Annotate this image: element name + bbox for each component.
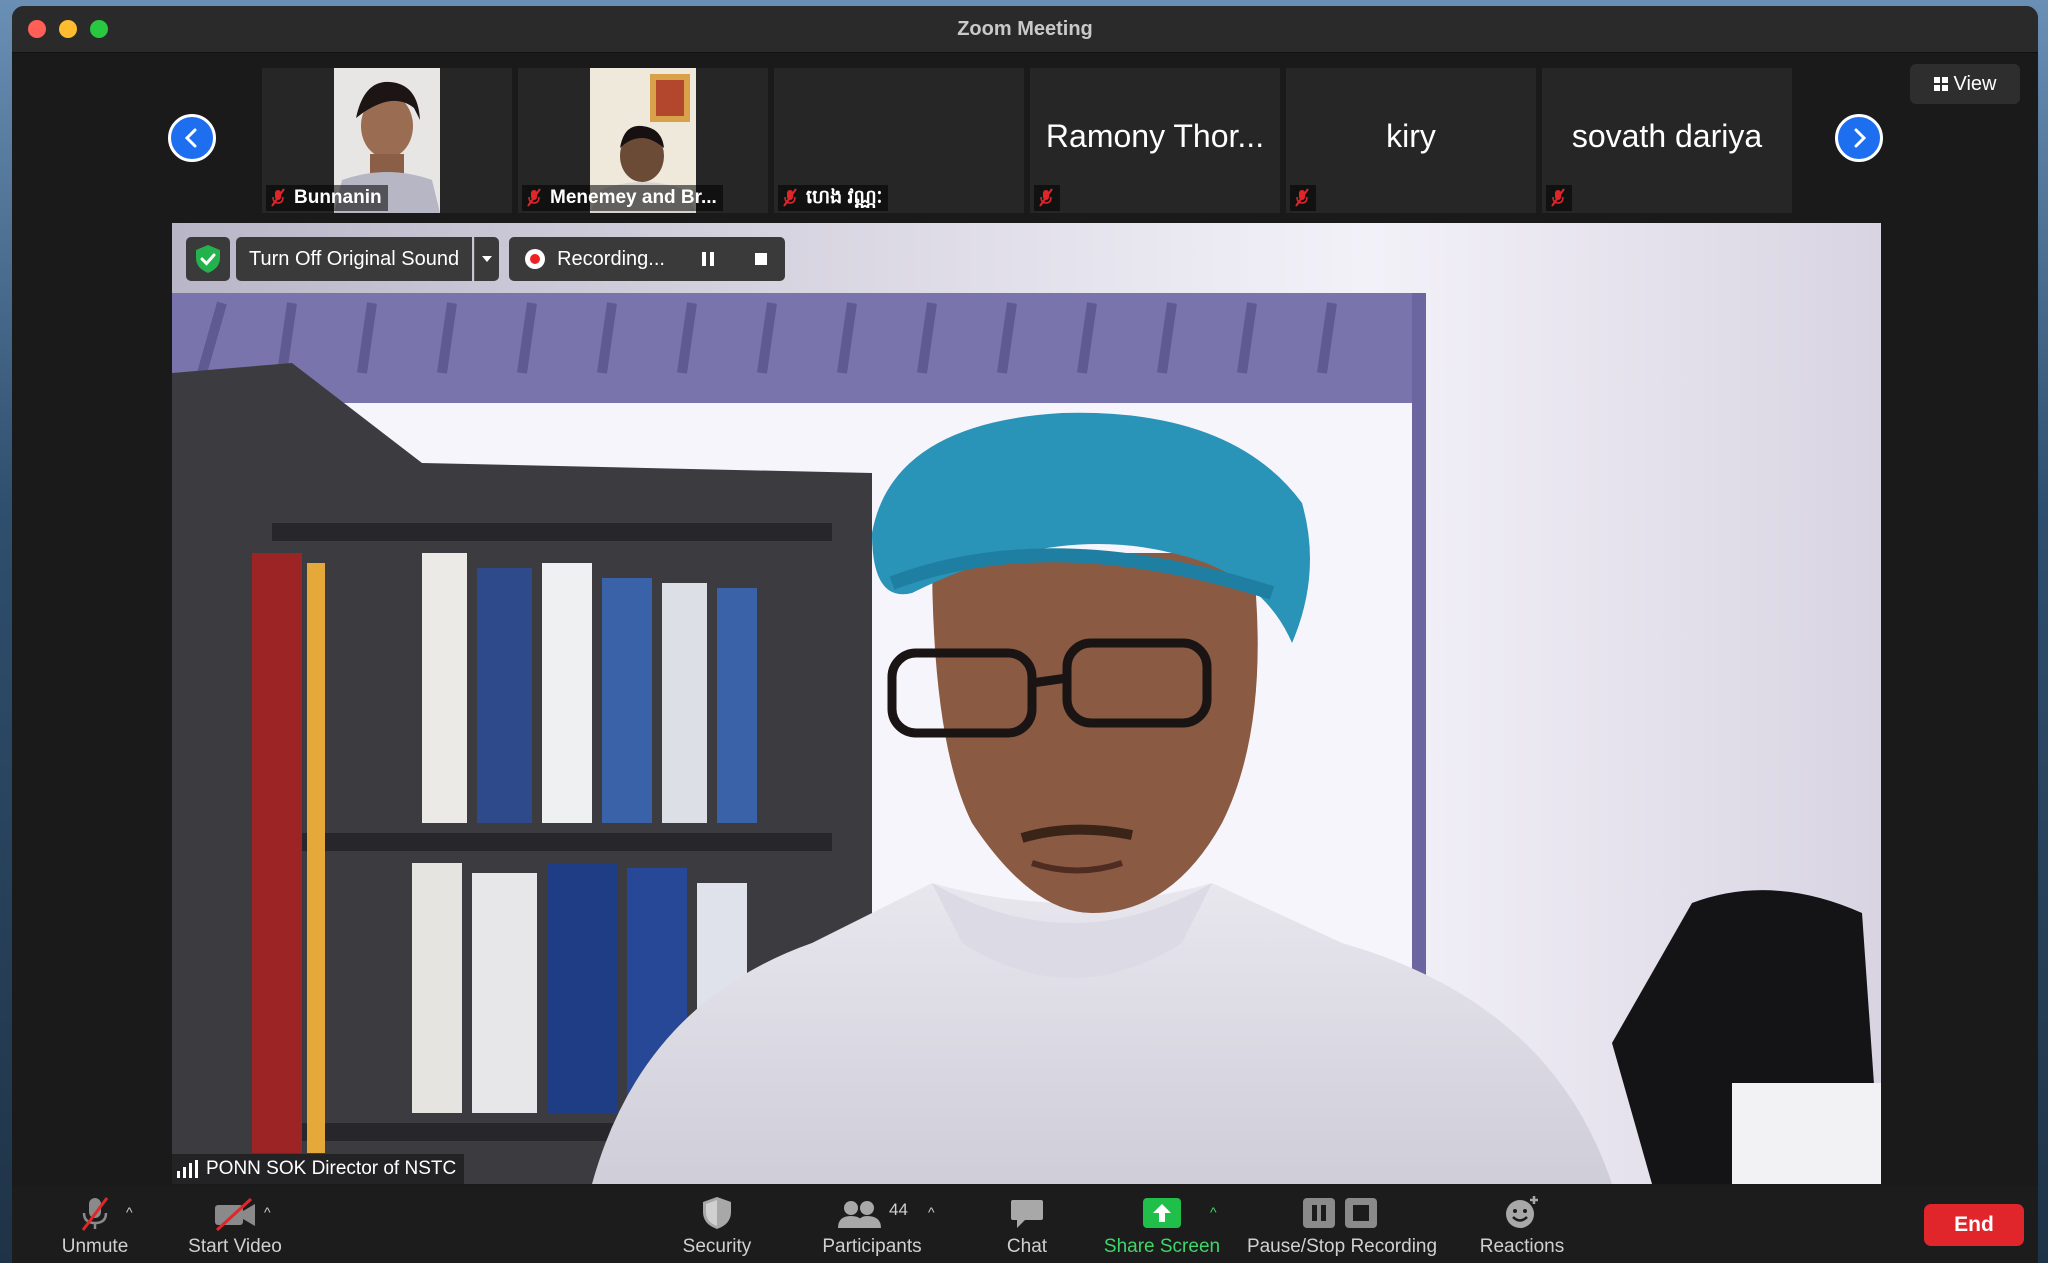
signal-strength-icon: [177, 1160, 198, 1178]
chevron-right-icon: [1854, 128, 1867, 148]
muted-mic-icon: [271, 188, 285, 207]
pause-stop-recording-button[interactable]: Pause/Stop Recording: [1237, 1192, 1447, 1262]
muted-mic-icon: [1295, 188, 1309, 207]
start-video-label: Start Video: [188, 1236, 282, 1257]
muted-mic-icon: [527, 188, 541, 207]
share-screen-button[interactable]: Share Screen: [1092, 1192, 1232, 1262]
participant-caption: Bunnanin: [266, 185, 388, 211]
chat-label: Chat: [1006, 1236, 1048, 1257]
caret-down-icon: [482, 256, 493, 262]
muted-mic-icon: [1551, 188, 1565, 207]
participants-count: 44: [889, 1200, 908, 1219]
pause-recording-icon[interactable]: [701, 251, 715, 267]
original-sound-dropdown[interactable]: [474, 237, 500, 281]
shield-icon: [703, 1197, 731, 1229]
meeting-toolbar: Unmute ^ Start Video ^ Security 44 Parti…: [12, 1186, 2038, 1263]
security-button[interactable]: Security: [662, 1192, 772, 1262]
participant-display-name: sovath dariya: [1571, 118, 1763, 154]
participants-options-caret[interactable]: ^: [928, 1204, 935, 1220]
chevron-left-icon: [184, 128, 197, 148]
audio-options-caret[interactable]: ^: [126, 1204, 133, 1220]
chat-bubble-icon: [1011, 1200, 1043, 1228]
title-bar: Zoom Meeting: [12, 6, 2038, 53]
participant-caption: ហេង វណ្ណៈ: [778, 185, 889, 211]
participant-name: ហេង វណ្ណៈ: [806, 187, 883, 208]
share-screen-icon: [1143, 1198, 1181, 1228]
shield-check-icon: [196, 245, 220, 273]
participant-caption: [1034, 185, 1060, 211]
window-title: Zoom Meeting: [957, 18, 1093, 40]
participant-tile[interactable]: sovath dariya: [1542, 68, 1792, 213]
unmute-button[interactable]: Unmute: [40, 1192, 150, 1262]
pause-stop-recording-label: Pause/Stop Recording: [1246, 1236, 1438, 1257]
pause-stop-icon: [1303, 1198, 1377, 1228]
recording-indicator: Recording...: [509, 237, 785, 281]
start-video-button[interactable]: Start Video: [170, 1192, 300, 1262]
muted-mic-icon: [783, 188, 797, 207]
unmute-label: Unmute: [61, 1236, 129, 1257]
next-page-button[interactable]: [1835, 114, 1883, 162]
participant-tile[interactable]: Ramony Thor...: [1030, 68, 1280, 213]
muted-microphone-icon: [81, 1197, 109, 1231]
security-status-badge[interactable]: [186, 237, 230, 281]
participant-caption: [1290, 185, 1316, 211]
muted-mic-icon: [1039, 188, 1053, 207]
end-meeting-button[interactable]: End: [1924, 1204, 2024, 1246]
participants-button[interactable]: 44 Participants: [807, 1192, 937, 1262]
reactions-button[interactable]: Reactions: [1467, 1192, 1577, 1262]
previous-page-button[interactable]: [168, 114, 216, 162]
share-screen-label: Share Screen: [1103, 1236, 1221, 1257]
active-speaker-label: PONN SOK Director of NSTC: [172, 1154, 465, 1184]
active-speaker-name: PONN SOK Director of NSTC: [206, 1158, 457, 1179]
participant-display-name: kiry: [1386, 118, 1436, 154]
participant-name: Bunnanin: [294, 187, 382, 208]
stop-recording-icon[interactable]: [753, 251, 769, 267]
chat-button[interactable]: Chat: [987, 1192, 1067, 1262]
participant-tile[interactable]: Bunnanin: [262, 68, 512, 213]
turn-off-original-sound-button[interactable]: Turn Off Original Sound: [236, 237, 473, 281]
reaction-smiley-icon: [1506, 1196, 1538, 1228]
participant-caption: Menemey and Br...: [522, 185, 723, 211]
participants-label: Participants: [822, 1236, 922, 1257]
participant-caption: [1546, 185, 1572, 211]
recording-label: Recording...: [557, 247, 665, 270]
participant-name: Menemey and Br...: [550, 187, 717, 208]
video-options-caret[interactable]: ^: [264, 1204, 271, 1220]
participants-icon: [838, 1201, 881, 1228]
security-label: Security: [682, 1236, 752, 1257]
participant-strip: Bunnanin Menemey and Br... ហេង វណ្ណៈ Ram…: [12, 68, 2038, 214]
recording-dot-icon: [525, 249, 546, 269]
participant-tile[interactable]: Menemey and Br...: [518, 68, 768, 213]
active-speaker-video: Turn Off Original Sound Recording... PON…: [172, 223, 1881, 1184]
participant-display-name: Ramony Thor...: [1045, 118, 1265, 154]
participant-tile[interactable]: kiry: [1286, 68, 1536, 213]
share-options-caret[interactable]: ^: [1210, 1204, 1217, 1220]
speaker-video-frame: [172, 223, 1881, 1184]
video-off-icon: [215, 1197, 255, 1231]
zoom-window: Zoom Meeting View Bunnanin Menemey and B…: [12, 6, 2038, 1263]
participant-tile[interactable]: ហេង វណ្ណៈ: [774, 68, 1024, 213]
reactions-label: Reactions: [1479, 1236, 1565, 1257]
video-overlay-controls: Turn Off Original Sound Recording...: [186, 237, 785, 281]
